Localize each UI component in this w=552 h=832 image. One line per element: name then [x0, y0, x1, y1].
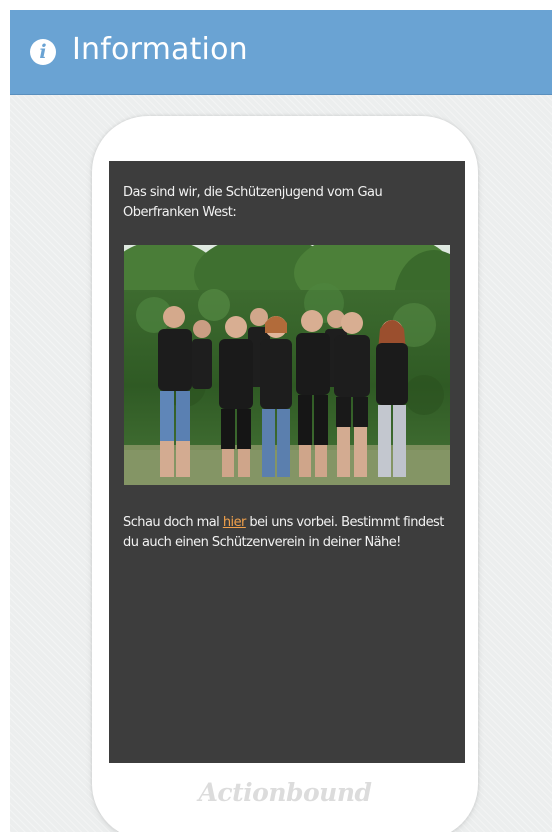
hier-link[interactable]: hier	[223, 515, 247, 530]
phone-screen: Das sind wir, die Schützenjugend vom Gau…	[109, 161, 465, 763]
header-bar: i Information	[10, 10, 552, 95]
intro-text: Das sind wir, die Schützenjugend vom Gau…	[123, 185, 383, 220]
outro-text-before: Schau doch mal	[123, 515, 223, 530]
phone-mockup: Das sind wir, die Schützenjugend vom Gau…	[92, 116, 478, 832]
actionbound-logo: Actionbound	[198, 778, 372, 807]
page-title: Information	[72, 32, 248, 67]
outro-text: Schau doch mal hier bei uns vorbei. Best…	[123, 513, 453, 553]
app-frame: i Information Das sind wir, die Schützen…	[10, 10, 552, 832]
info-icon: i	[30, 39, 56, 65]
group-photo	[124, 245, 450, 485]
